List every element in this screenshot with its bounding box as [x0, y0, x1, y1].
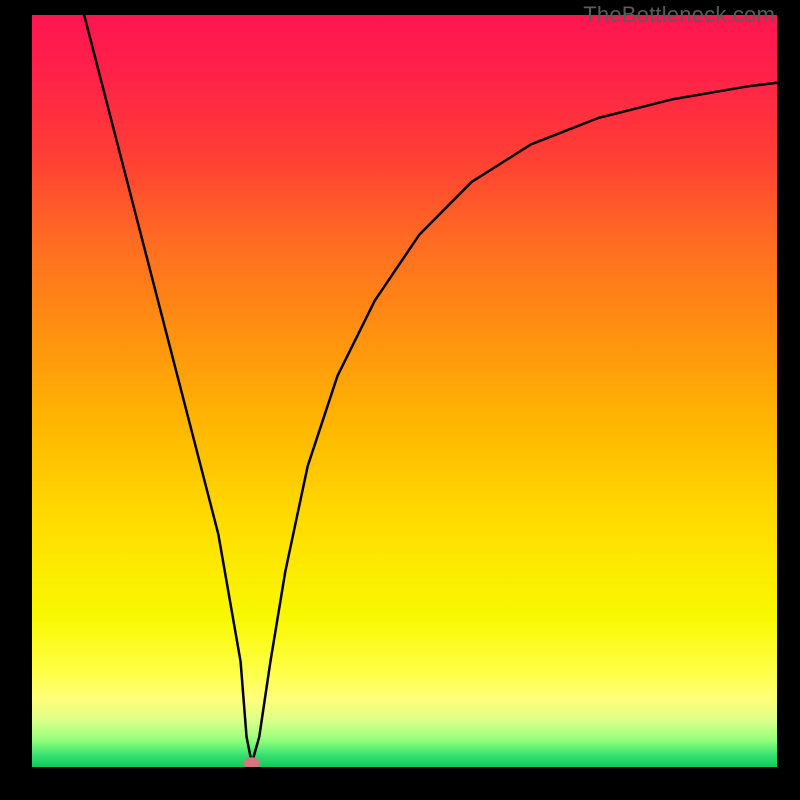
chart-background: [32, 15, 777, 767]
chart-svg: [32, 15, 777, 767]
chart-frame: [32, 15, 777, 767]
watermark-text: TheBottleneck.com: [583, 2, 775, 28]
